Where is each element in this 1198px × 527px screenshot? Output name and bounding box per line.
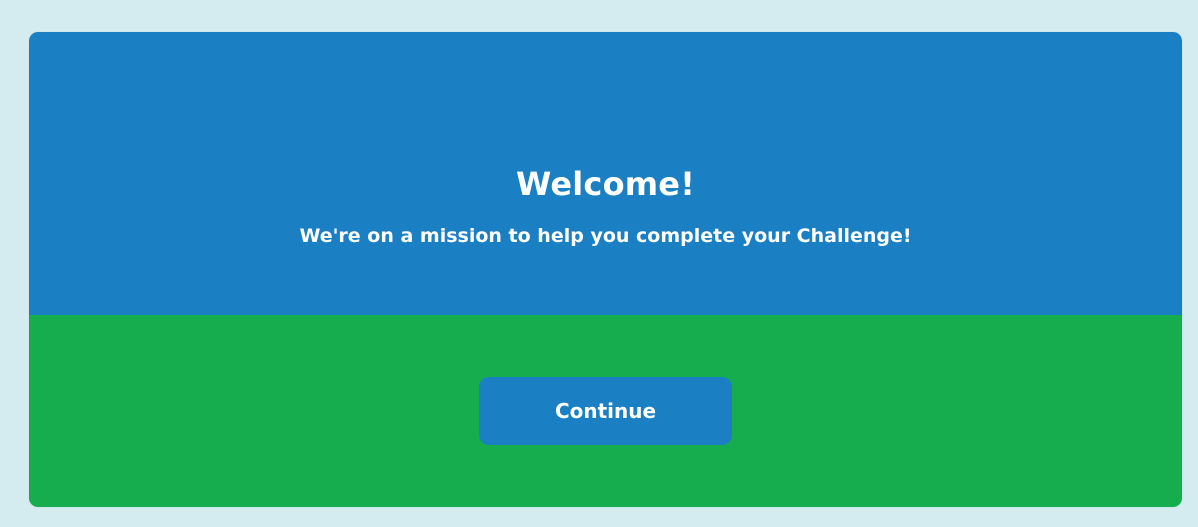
continue-button[interactable]: Continue xyxy=(479,377,732,445)
welcome-card: Welcome! We're on a mission to help you … xyxy=(29,32,1182,507)
page-background: Welcome! We're on a mission to help you … xyxy=(0,0,1198,527)
welcome-header-panel: Welcome! We're on a mission to help you … xyxy=(29,32,1182,315)
action-panel: Continue xyxy=(29,315,1182,507)
welcome-subtitle: We're on a mission to help you complete … xyxy=(299,225,912,247)
welcome-title: Welcome! xyxy=(515,165,696,203)
